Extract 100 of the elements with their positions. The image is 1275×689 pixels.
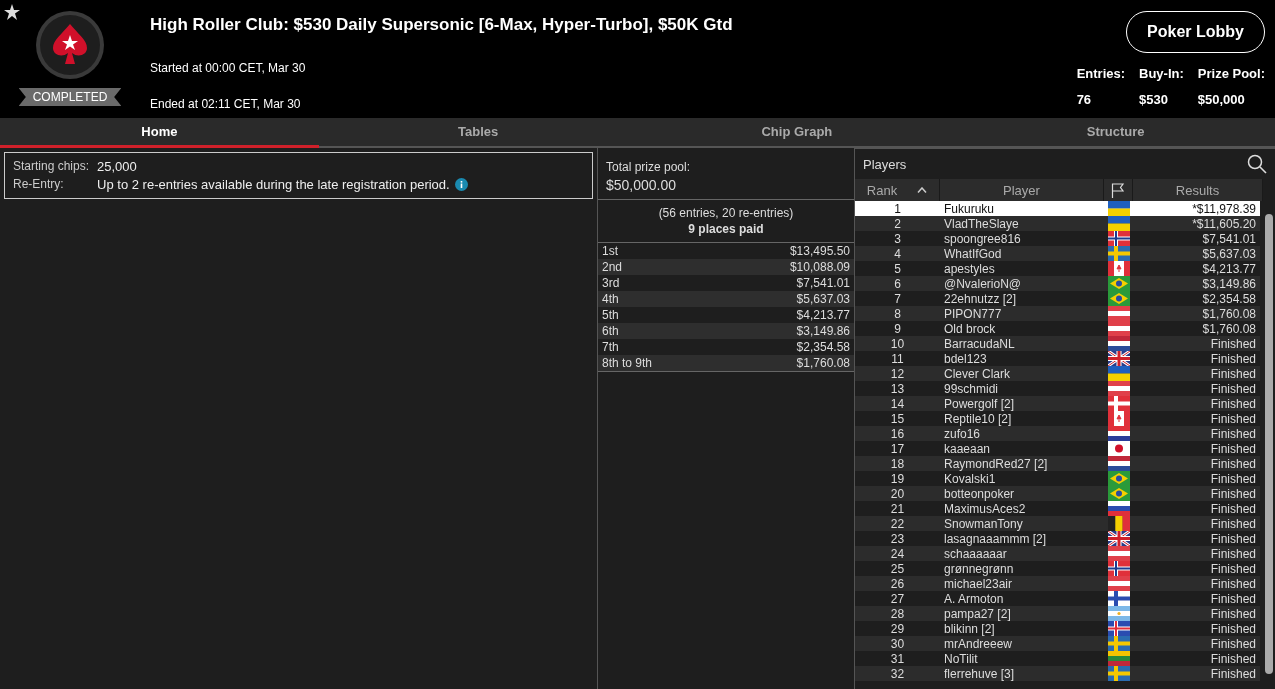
- stat-value: 76: [1076, 92, 1093, 107]
- payout-amount: $13,495.50: [789, 244, 850, 258]
- result-cell-text: Finished: [1209, 591, 1257, 606]
- flag-icon: [1107, 546, 1130, 561]
- rank-cell-text: 6: [893, 276, 902, 291]
- player-name: A. Armoton: [943, 591, 1005, 606]
- rank-cell-text: 32: [889, 666, 906, 681]
- entries-note: (56 entries, 20 re-entries): [657, 206, 795, 220]
- result-cell-text: Finished: [1209, 366, 1257, 381]
- rank-cell-text: 20: [889, 486, 906, 501]
- tab[interactable]: Chip Graph: [637, 118, 957, 148]
- tournament-title: High Roller Club: $530 Daily Supersonic [6-Max, Hyper-Turbo], $50K Gtd: [150, 15, 734, 35]
- prize-pool-label: Total prize pool:: [606, 160, 692, 174]
- rank-cell-text: 28: [889, 606, 906, 621]
- payout-place: 8th to 9th: [602, 356, 653, 370]
- tab[interactable]: Home: [0, 118, 319, 148]
- player-name: WhatIfGod: [943, 246, 1003, 261]
- player-name: schaaaaaar: [943, 546, 1008, 561]
- flag-icon: [1107, 471, 1130, 486]
- flag-icon: [1107, 291, 1130, 306]
- tab[interactable]: Tables: [318, 118, 638, 148]
- result-cell-text: $7,541.01: [1201, 231, 1257, 246]
- player-name: Reptile10 [2]: [943, 411, 1013, 426]
- result-cell-text: $5,637.03: [1201, 246, 1257, 261]
- result-cell-text: $4,213.77: [1201, 261, 1257, 276]
- end-time: Ended at 02:11 CET, Mar 30: [150, 97, 302, 111]
- result-cell-text: Finished: [1209, 576, 1257, 591]
- stat-value: $530: [1139, 92, 1169, 107]
- rank-cell-text: 30: [889, 636, 906, 651]
- rank-cell-text: 19: [889, 471, 906, 486]
- result-cell-text: Finished: [1209, 636, 1257, 651]
- flag-icon: [1107, 321, 1130, 336]
- player-name: apestyles: [943, 261, 996, 276]
- player-name: spoongree816: [943, 231, 1022, 246]
- flag-column-icon[interactable]: [1111, 182, 1125, 198]
- rank-cell-text: 16: [889, 426, 906, 441]
- info-label: Re-Entry:: [13, 177, 65, 192]
- player-name: flerrehuve [3]: [943, 666, 1016, 681]
- player-name: blikinn [2]: [943, 621, 996, 636]
- rank-cell-text: 29: [889, 621, 906, 636]
- result-cell-text: Finished: [1209, 516, 1257, 531]
- flag-icon: [1107, 636, 1130, 651]
- flag-icon: [1107, 456, 1130, 471]
- payout-place: 5th: [602, 308, 619, 322]
- player-name: botteonpoker: [943, 486, 1016, 501]
- star-icon[interactable]: [4, 4, 20, 20]
- result-cell-text: Finished: [1209, 456, 1257, 471]
- result-cell-text: $1,760.08: [1201, 321, 1257, 336]
- player-name: 99schmidi: [943, 381, 1000, 396]
- payout-amount: $1,760.08: [796, 356, 850, 370]
- rank-cell-text: 22: [889, 516, 906, 531]
- rank-cell-text: 2: [893, 216, 902, 231]
- rank-cell-text: 31: [889, 651, 906, 666]
- flag-icon: [1107, 606, 1130, 621]
- payout-amount: $10,088.09: [789, 260, 850, 274]
- result-cell-text: Finished: [1209, 336, 1257, 351]
- result-cell-text: Finished: [1209, 381, 1257, 396]
- payout-place: 1st: [602, 244, 618, 258]
- info-icon[interactable]: [454, 178, 468, 191]
- search-icon[interactable]: [1247, 154, 1267, 174]
- sort-caret-icon: [917, 187, 928, 193]
- player-name: pampa27 [2]: [943, 606, 1012, 621]
- flag-icon: [1107, 621, 1130, 636]
- player-name: BarracudaNL: [943, 336, 1016, 351]
- flag-icon: [1107, 426, 1130, 441]
- player-name: MaximusAces2: [943, 501, 1027, 516]
- info-label: Starting chips:: [13, 159, 90, 174]
- result-cell-text: Finished: [1209, 486, 1257, 501]
- flag-icon: [1107, 201, 1130, 216]
- info-value: Up to 2 re-entries available during the late registration period.: [97, 177, 450, 192]
- result-cell-text: Finished: [1209, 606, 1257, 621]
- spade-logo-icon: [35, 10, 105, 80]
- player-name: zufo16: [943, 426, 982, 441]
- rank-cell-text: 7: [893, 291, 902, 306]
- rank-cell-text: 27: [889, 591, 906, 606]
- flag-icon: [1107, 441, 1130, 456]
- result-cell-text: $1,760.08: [1201, 306, 1257, 321]
- rank-cell-text: 5: [893, 261, 902, 276]
- rank-cell-text: 15: [889, 411, 906, 426]
- rank-cell-text: 8: [893, 306, 902, 321]
- player-name: grønnegrønn: [943, 561, 1015, 576]
- result-cell-text: $3,149.86: [1201, 276, 1257, 291]
- result-cell-text: Finished: [1209, 561, 1257, 576]
- flag-icon: [1107, 231, 1130, 246]
- flag-icon: [1107, 351, 1130, 366]
- flag-icon: [1107, 531, 1130, 546]
- stat-label: Prize Pool:: [1197, 66, 1265, 81]
- payout-place: 4th: [602, 292, 619, 306]
- flag-icon: [1107, 561, 1130, 576]
- result-cell-text: Finished: [1209, 651, 1257, 666]
- info-value: 25,000: [97, 159, 137, 174]
- prize-pool-amount: $50,000.00: [606, 177, 678, 193]
- rank-cell-text: 9: [893, 321, 902, 336]
- payout-place: 3rd: [602, 276, 620, 290]
- player-name: Powergolf [2]: [943, 396, 1016, 411]
- flag-icon: [1107, 501, 1130, 516]
- stat-label: Entries:: [1076, 66, 1126, 81]
- player-name: VladTheSlaye: [943, 216, 1020, 231]
- payout-amount: $2,354.58: [796, 340, 850, 354]
- tab[interactable]: Structure: [956, 118, 1275, 148]
